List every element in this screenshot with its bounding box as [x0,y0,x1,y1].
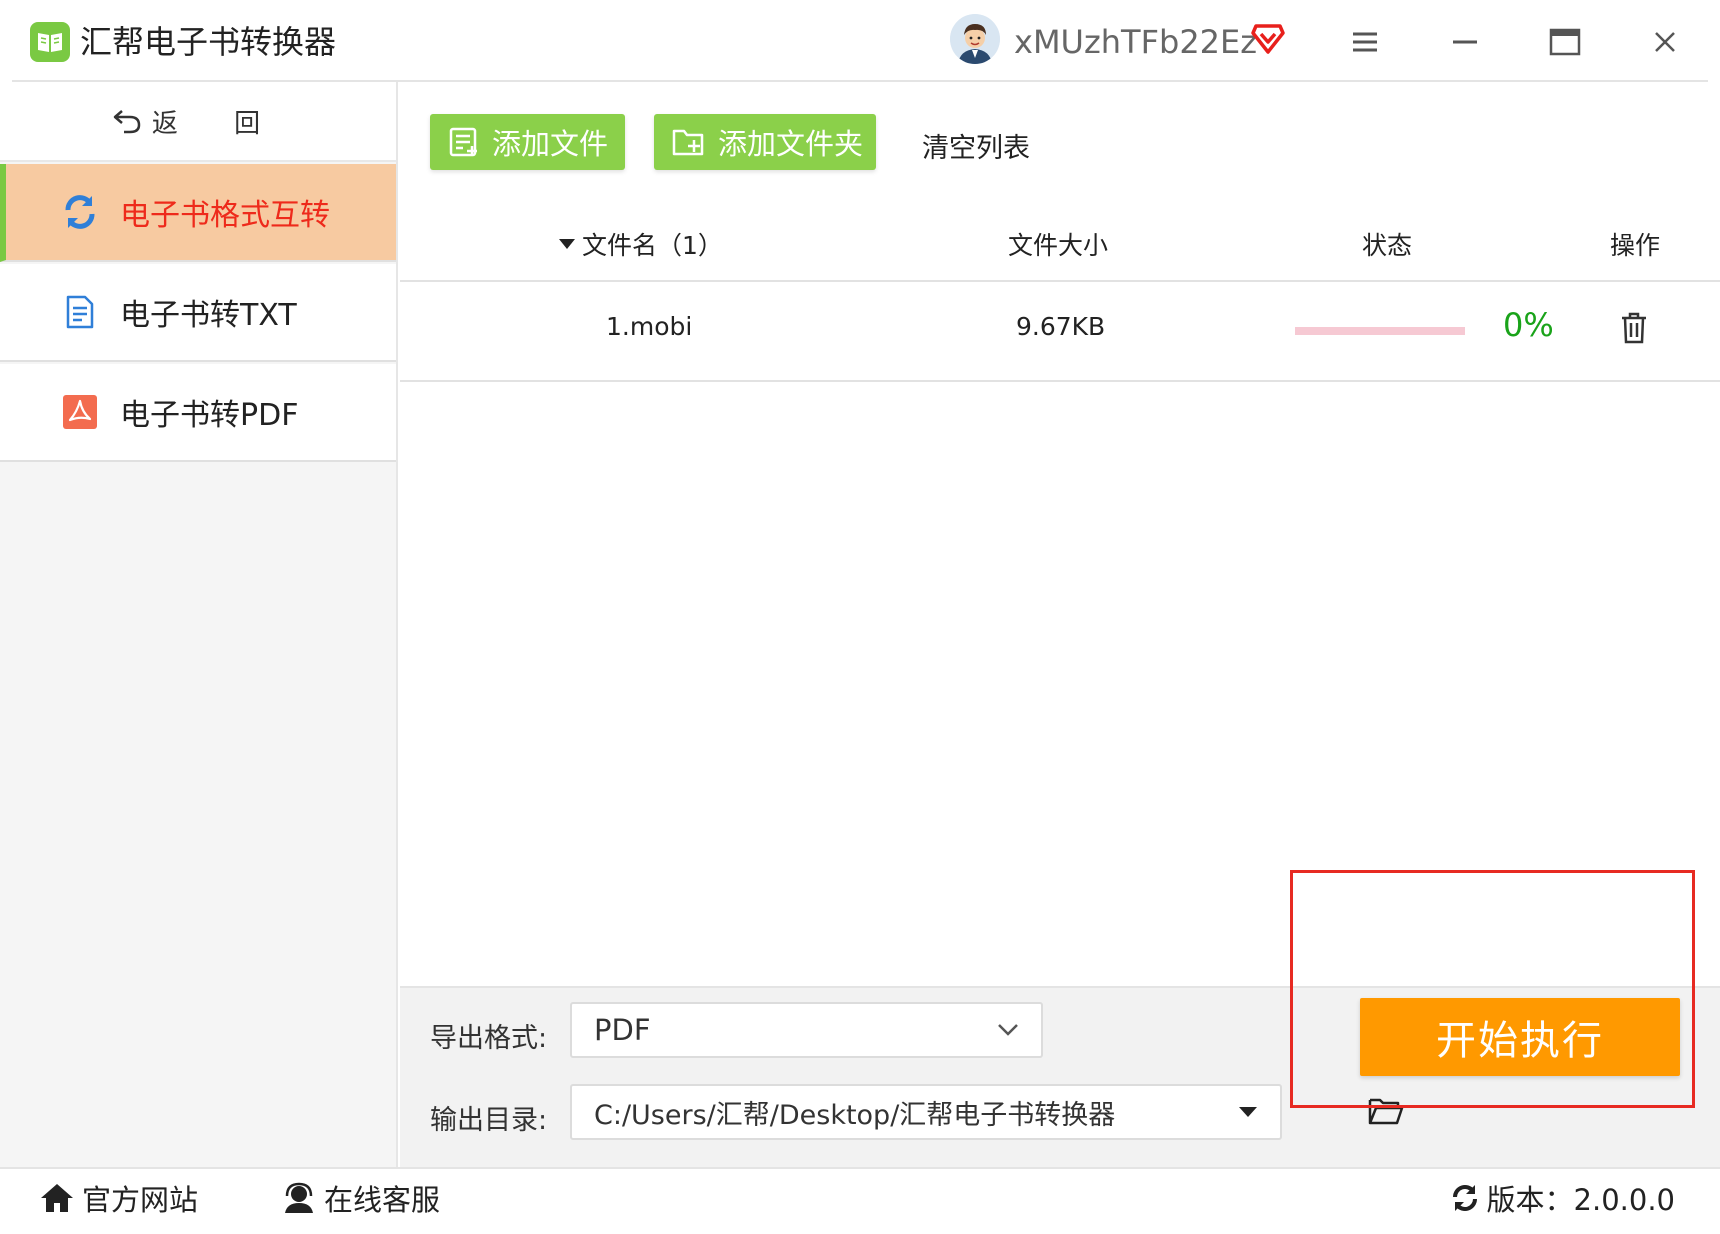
sidebar-item-to-txt[interactable]: 电子书转TXT [0,264,396,362]
sidebar-item-label: 电子书转TXT [120,298,297,333]
dropdown-arrow-icon [1238,1106,1258,1118]
sidebar: 返 回 电子书格式互转 电子书转TXT 电子书转PDF [0,82,398,1167]
column-header-status: 状态 [1362,231,1413,260]
title-bar: 汇帮电子书转换器 xMUzhTFb22Ez [0,0,1720,82]
column-header-size: 文件大小 [1008,231,1109,260]
start-button[interactable]: 开始执行 [1360,998,1680,1076]
sidebar-item-format-convert[interactable]: 电子书格式互转 [0,164,396,262]
add-file-label: 添加文件 [492,127,609,161]
file-size-cell: 9.67KB [1016,312,1106,341]
export-format-label: 导出格式: [430,1023,548,1054]
username[interactable]: xMUzhTFb22Ez [1014,20,1257,64]
menu-icon[interactable] [1345,22,1385,62]
footer: 官方网站 在线客服 版本：2.0.0.0 [0,1167,1720,1234]
browse-folder-icon[interactable] [1368,1096,1404,1130]
version-info: 版本：2.0.0.0 [1449,1177,1675,1219]
pdf-icon [60,392,100,432]
back-arrow-icon [113,110,141,134]
add-folder-label: 添加文件夹 [718,127,864,161]
headset-icon [282,1182,316,1214]
clear-list-button[interactable]: 清空列表 [922,126,1030,165]
add-file-button[interactable]: 添加文件 [430,114,625,170]
vip-diamond-icon[interactable] [1250,20,1286,56]
online-support-label: 在线客服 [324,1183,441,1217]
sync-icon [1449,1182,1481,1214]
version-label: 版本：2.0.0.0 [1486,1183,1675,1217]
close-icon[interactable] [1645,22,1685,62]
home-icon [40,1182,74,1214]
user-avatar[interactable] [950,14,1000,64]
app-logo-icon [30,22,70,62]
output-dir-select[interactable]: C:/Users/汇帮/Desktop/汇帮电子书转换器 [570,1084,1282,1140]
sort-down-icon [559,239,575,249]
delete-icon[interactable] [1620,312,1648,348]
back-label: 返 回 [151,108,285,139]
add-folder-button[interactable]: 添加文件夹 [654,114,876,170]
maximize-icon[interactable] [1545,22,1585,62]
output-dir-value: C:/Users/汇帮/Desktop/汇帮电子书转换器 [594,1099,1116,1131]
sidebar-item-to-pdf[interactable]: 电子书转PDF [0,364,396,462]
official-website-link[interactable]: 官方网站 [40,1177,198,1219]
chevron-down-icon [997,1023,1019,1037]
online-support-link[interactable]: 在线客服 [282,1177,440,1219]
document-icon [60,292,100,332]
official-website-label: 官方网站 [82,1183,199,1217]
file-name-cell: 1.mobi [606,312,693,341]
minimize-icon[interactable] [1445,22,1485,62]
refresh-icon [60,192,100,232]
main-panel: 添加文件 添加文件夹 清空列表 文件名（1） 文件大小 状态 操作 1.mobi… [400,82,1720,1167]
progress-percent: 0% [1503,306,1554,344]
sidebar-item-label: 电子书转PDF [120,398,299,433]
filename-header-label: 文件名（1） [582,231,723,260]
export-format-select[interactable]: PDF [570,1002,1043,1058]
progress-bar [1295,327,1465,335]
add-file-icon [448,126,480,158]
add-folder-icon [672,126,706,158]
table-row[interactable]: 1.mobi 9.67KB 0% [400,282,1720,382]
column-header-action: 操作 [1610,231,1661,260]
output-settings-panel: 导出格式: PDF 输出目录: C:/Users/汇帮/Desktop/汇帮电子… [400,986,1720,1167]
column-header-filename[interactable]: 文件名（1） [558,226,723,262]
export-format-value: PDF [594,1013,651,1047]
sidebar-item-label: 电子书格式互转 [120,198,330,233]
output-dir-label: 输出目录: [430,1105,548,1136]
app-title: 汇帮电子书转换器 [80,23,337,61]
back-button[interactable]: 返 回 [0,82,396,162]
